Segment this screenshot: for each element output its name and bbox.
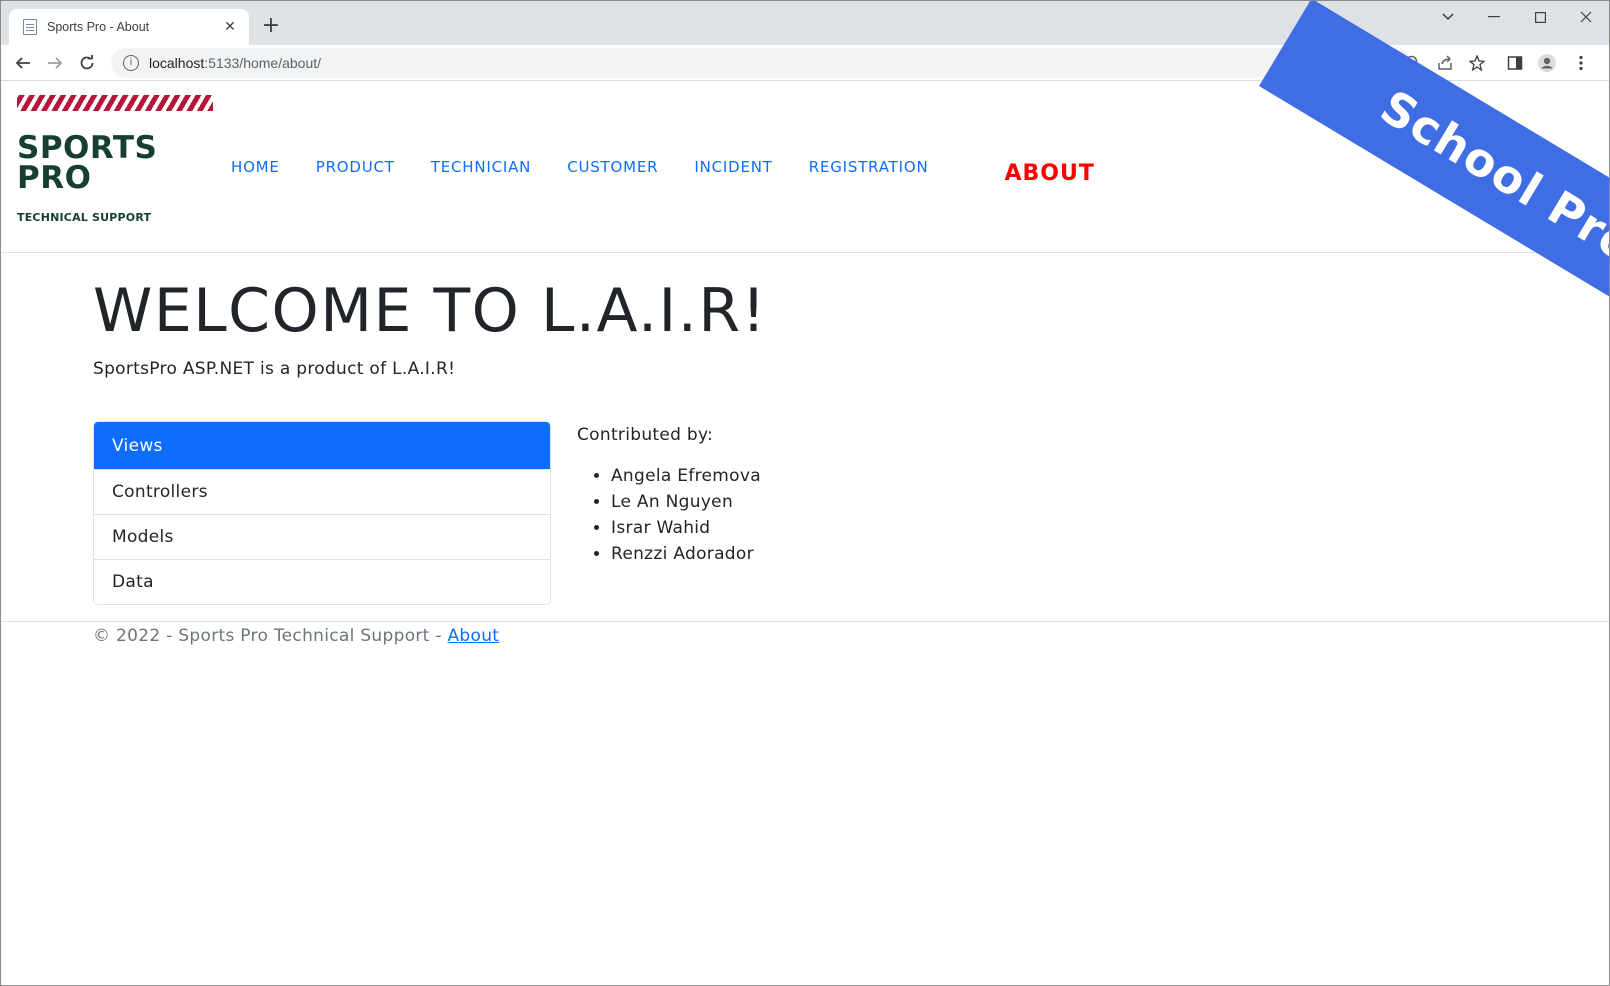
contributor-item: Israr Wahid xyxy=(611,515,761,541)
new-tab-button[interactable]: + xyxy=(257,13,285,41)
contributors-title: Contributed by: xyxy=(577,425,714,445)
section-list: Views Controllers Models Data xyxy=(93,421,551,605)
contributors-panel: Contributed by: Angela Efremova Le An Ng… xyxy=(577,421,761,605)
sports-pro-logo[interactable]: SPORTS PRO TECHNICAL SUPPORT xyxy=(17,95,213,235)
tab-title: Sports Pro - About xyxy=(47,20,150,34)
contributors-list: Angela Efremova Le An Nguyen Israr Wahid… xyxy=(577,463,761,567)
zoom-icon[interactable] xyxy=(1403,53,1423,73)
nav-customer[interactable]: CUSTOMER xyxy=(549,158,676,176)
url-text: localhost:5133/home/about/ xyxy=(149,55,321,71)
contributor-item: Angela Efremova xyxy=(611,463,761,489)
contributor-item: Renzzi Adorador xyxy=(611,541,761,567)
nav-home[interactable]: HOME xyxy=(213,158,298,176)
minimize-button[interactable] xyxy=(1471,1,1517,33)
menu-kebab-icon[interactable] xyxy=(1571,53,1591,73)
logo-subtitle: TECHNICAL SUPPORT xyxy=(17,211,152,224)
site-info-icon[interactable]: i xyxy=(123,55,139,71)
browser-tab[interactable]: Sports Pro - About ✕ xyxy=(9,9,249,45)
bookmark-star-icon[interactable] xyxy=(1467,53,1487,73)
title-bar: Sports Pro - About ✕ + xyxy=(1,1,1609,45)
nav-about[interactable]: ABOUT xyxy=(987,161,1113,186)
logo-line-1: SPORTS xyxy=(17,130,158,166)
nav-incident[interactable]: INCIDENT xyxy=(676,158,790,176)
close-window-button[interactable] xyxy=(1563,1,1609,33)
list-item-models[interactable]: Models xyxy=(94,514,550,559)
profile-avatar-icon[interactable] xyxy=(1537,53,1557,73)
forward-arrow-icon[interactable] xyxy=(41,49,69,77)
lead-text: SportsPro ASP.NET is a product of L.A.I.… xyxy=(93,359,456,379)
nav-product[interactable]: PRODUCT xyxy=(298,158,413,176)
close-tab-icon[interactable]: ✕ xyxy=(221,19,239,35)
page-favicon-icon xyxy=(23,19,37,35)
tab-search-chevron-icon[interactable] xyxy=(1425,1,1471,33)
browser-toolbar: i localhost:5133/home/about/ xyxy=(1,45,1609,81)
browser-window: Sports Pro - About ✕ + i localhost:5133/… xyxy=(0,0,1610,986)
nav-registration[interactable]: REGISTRATION xyxy=(791,158,947,176)
list-item-data[interactable]: Data xyxy=(94,559,550,604)
nav-technician[interactable]: TECHNICIAN xyxy=(413,158,549,176)
page-title: WELCOME TO L.A.I.R! xyxy=(93,276,768,346)
logo-line-2: PRO xyxy=(17,160,92,196)
back-arrow-icon[interactable] xyxy=(9,49,37,77)
content-row: Views Controllers Models Data Contribute… xyxy=(93,421,1393,605)
main-content: WELCOME TO L.A.I.R! SportsPro ASP.NET is… xyxy=(93,253,1393,605)
reload-icon[interactable] xyxy=(73,49,101,77)
url-path: :5133/home/about/ xyxy=(204,55,322,71)
footer-text: © 2022 - Sports Pro Technical Support - … xyxy=(93,626,499,646)
footer-copyright: © 2022 - Sports Pro Technical Support - xyxy=(93,626,448,646)
side-panel-icon[interactable] xyxy=(1505,53,1525,73)
list-item-views[interactable]: Views xyxy=(94,422,550,469)
site-footer: © 2022 - Sports Pro Technical Support - … xyxy=(1,621,1609,646)
main-nav: HOME PRODUCT TECHNICIAN CUSTOMER INCIDEN… xyxy=(213,81,1113,253)
list-item-controllers[interactable]: Controllers xyxy=(94,469,550,514)
footer-about-link[interactable]: About xyxy=(448,626,500,646)
site-header: SPORTS PRO TECHNICAL SUPPORT HOME PRODUC… xyxy=(1,81,1609,253)
logo-stripes xyxy=(17,95,213,111)
url-host: localhost xyxy=(149,55,205,71)
address-bar[interactable]: i localhost:5133/home/about/ xyxy=(111,48,1411,78)
contributor-item: Le An Nguyen xyxy=(611,489,761,515)
share-icon[interactable] xyxy=(1435,53,1455,73)
maximize-button[interactable] xyxy=(1517,1,1563,33)
